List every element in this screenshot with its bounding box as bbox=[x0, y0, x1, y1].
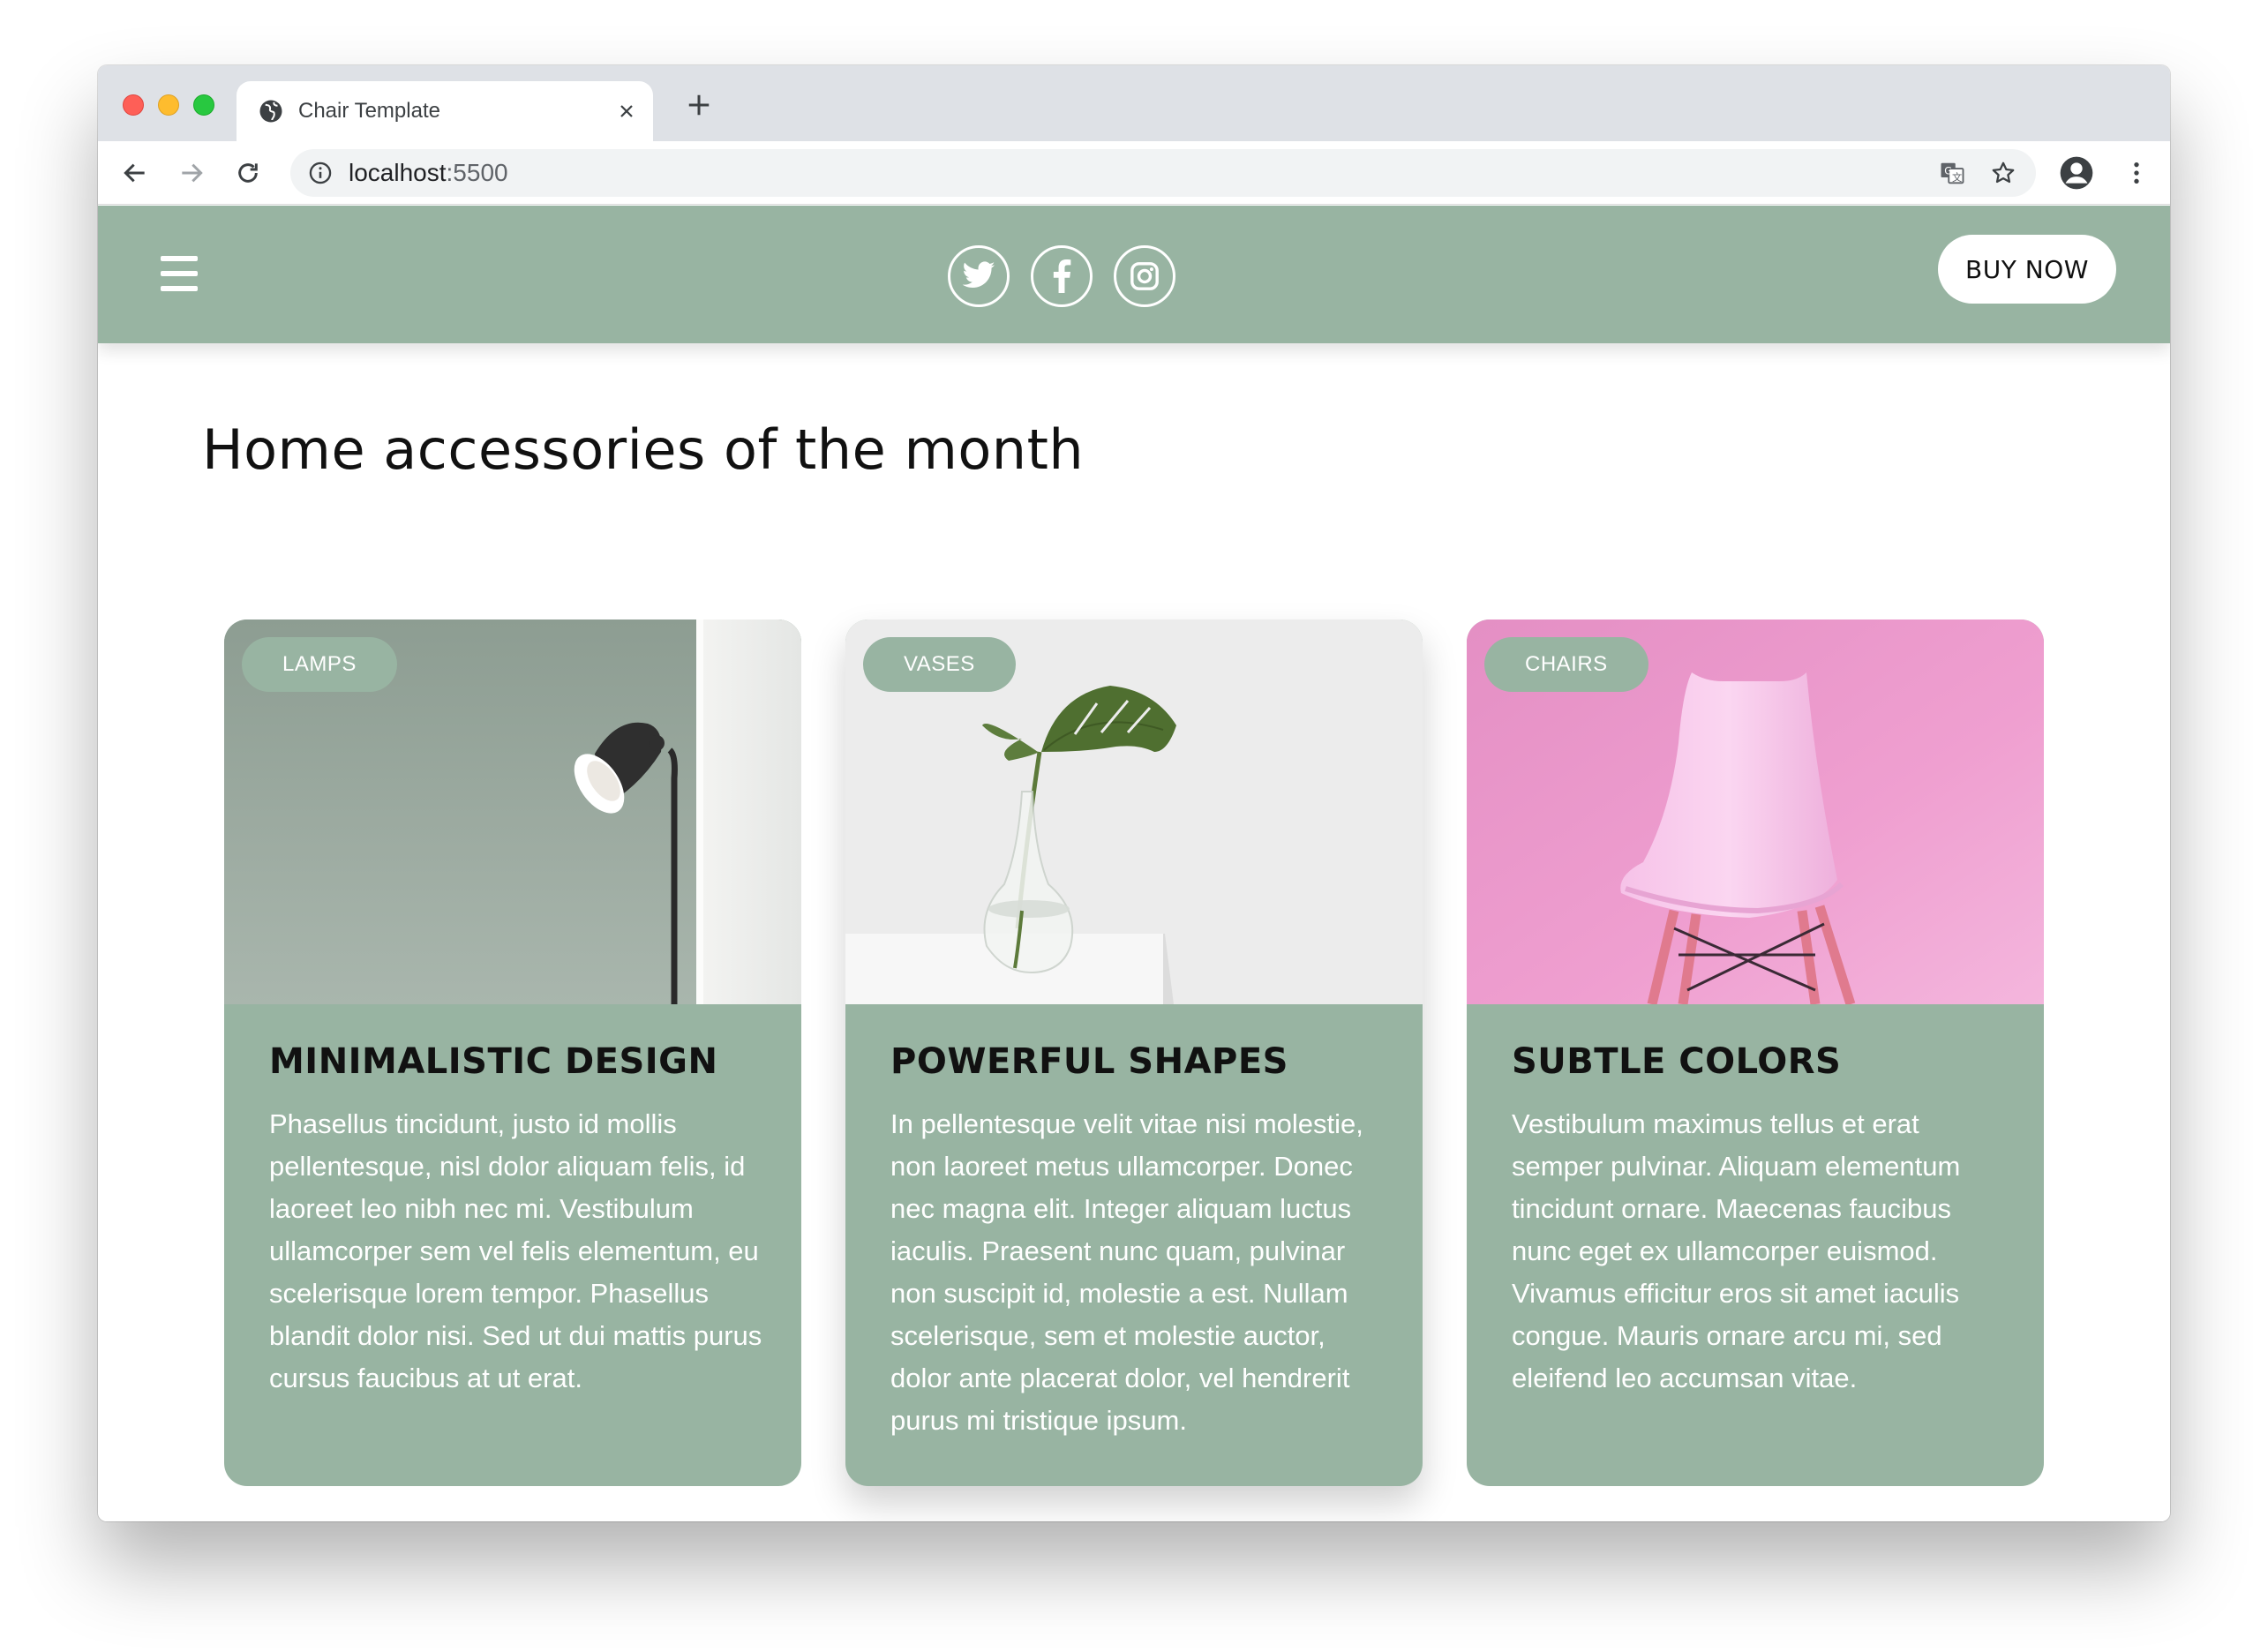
profile-icon[interactable] bbox=[2059, 155, 2094, 191]
forward-icon[interactable] bbox=[177, 159, 206, 187]
product-card-lamps[interactable]: LAMPS MINIMALISTIC DESIGN Phasellus tinc… bbox=[224, 620, 801, 1486]
tab-title: Chair Template bbox=[298, 99, 440, 123]
card-title: SUBTLE COLORS bbox=[1512, 1041, 1842, 1082]
browser-toolbar: localhost:5500 G 文 bbox=[98, 141, 2170, 205]
translate-icon[interactable]: G 文 bbox=[1939, 160, 1965, 186]
category-badge[interactable]: CHAIRS bbox=[1484, 637, 1648, 692]
minimize-window-button[interactable] bbox=[158, 94, 179, 116]
url-port: :5500 bbox=[446, 159, 508, 186]
svg-text:文: 文 bbox=[1952, 171, 1962, 184]
page-title: Home accessories of the month bbox=[202, 417, 1085, 482]
category-badge[interactable]: VASES bbox=[863, 637, 1016, 692]
browser-window: Chair Template localhost:5500 G 文 BUY NO… bbox=[98, 65, 2170, 1521]
tab-strip: Chair Template bbox=[98, 65, 2170, 141]
instagram-icon[interactable] bbox=[1114, 245, 1175, 307]
facebook-icon[interactable] bbox=[1031, 245, 1093, 307]
new-tab-icon[interactable] bbox=[686, 92, 712, 118]
product-card-chairs[interactable]: CHAIRS SUBTLE COLORS Vestibulum maximus … bbox=[1467, 620, 2044, 1486]
product-card-vases[interactable]: VASES POWERFUL SHAPES In pellentesque ve… bbox=[845, 620, 1423, 1486]
twitter-icon[interactable] bbox=[948, 245, 1010, 307]
site-header: BUY NOW bbox=[98, 206, 2170, 343]
address-bar[interactable]: localhost:5500 G 文 bbox=[290, 149, 2036, 197]
browser-tab[interactable]: Chair Template bbox=[237, 81, 653, 141]
hamburger-menu-icon[interactable] bbox=[161, 256, 198, 291]
bookmark-star-icon[interactable] bbox=[1990, 160, 2016, 186]
card-body: In pellentesque velit vitae nisi molesti… bbox=[890, 1108, 1363, 1436]
url-host: localhost bbox=[349, 159, 447, 186]
reload-icon[interactable] bbox=[234, 159, 262, 187]
menu-dots-icon[interactable] bbox=[2122, 159, 2151, 187]
buy-now-button[interactable]: BUY NOW bbox=[1938, 235, 2116, 304]
card-body: Phasellus tincidunt, justo id mollis pel… bbox=[269, 1108, 762, 1393]
card-title: MINIMALISTIC DESIGN bbox=[269, 1041, 718, 1082]
url-text: localhost:5500 bbox=[349, 159, 508, 187]
back-icon[interactable] bbox=[121, 159, 149, 187]
card-title: POWERFUL SHAPES bbox=[890, 1041, 1288, 1082]
globe-icon bbox=[259, 100, 282, 123]
close-tab-icon[interactable] bbox=[616, 101, 637, 122]
close-window-button[interactable] bbox=[123, 94, 144, 116]
maximize-window-button[interactable] bbox=[193, 94, 214, 116]
svg-text:G: G bbox=[1944, 165, 1952, 176]
card-body: Vestibulum maximus tellus et erat semper… bbox=[1512, 1108, 1961, 1393]
category-badge[interactable]: LAMPS bbox=[242, 637, 397, 692]
page-viewport: BUY NOW Home accessories of the month LA… bbox=[98, 206, 2170, 1521]
site-info-icon[interactable] bbox=[308, 161, 333, 185]
